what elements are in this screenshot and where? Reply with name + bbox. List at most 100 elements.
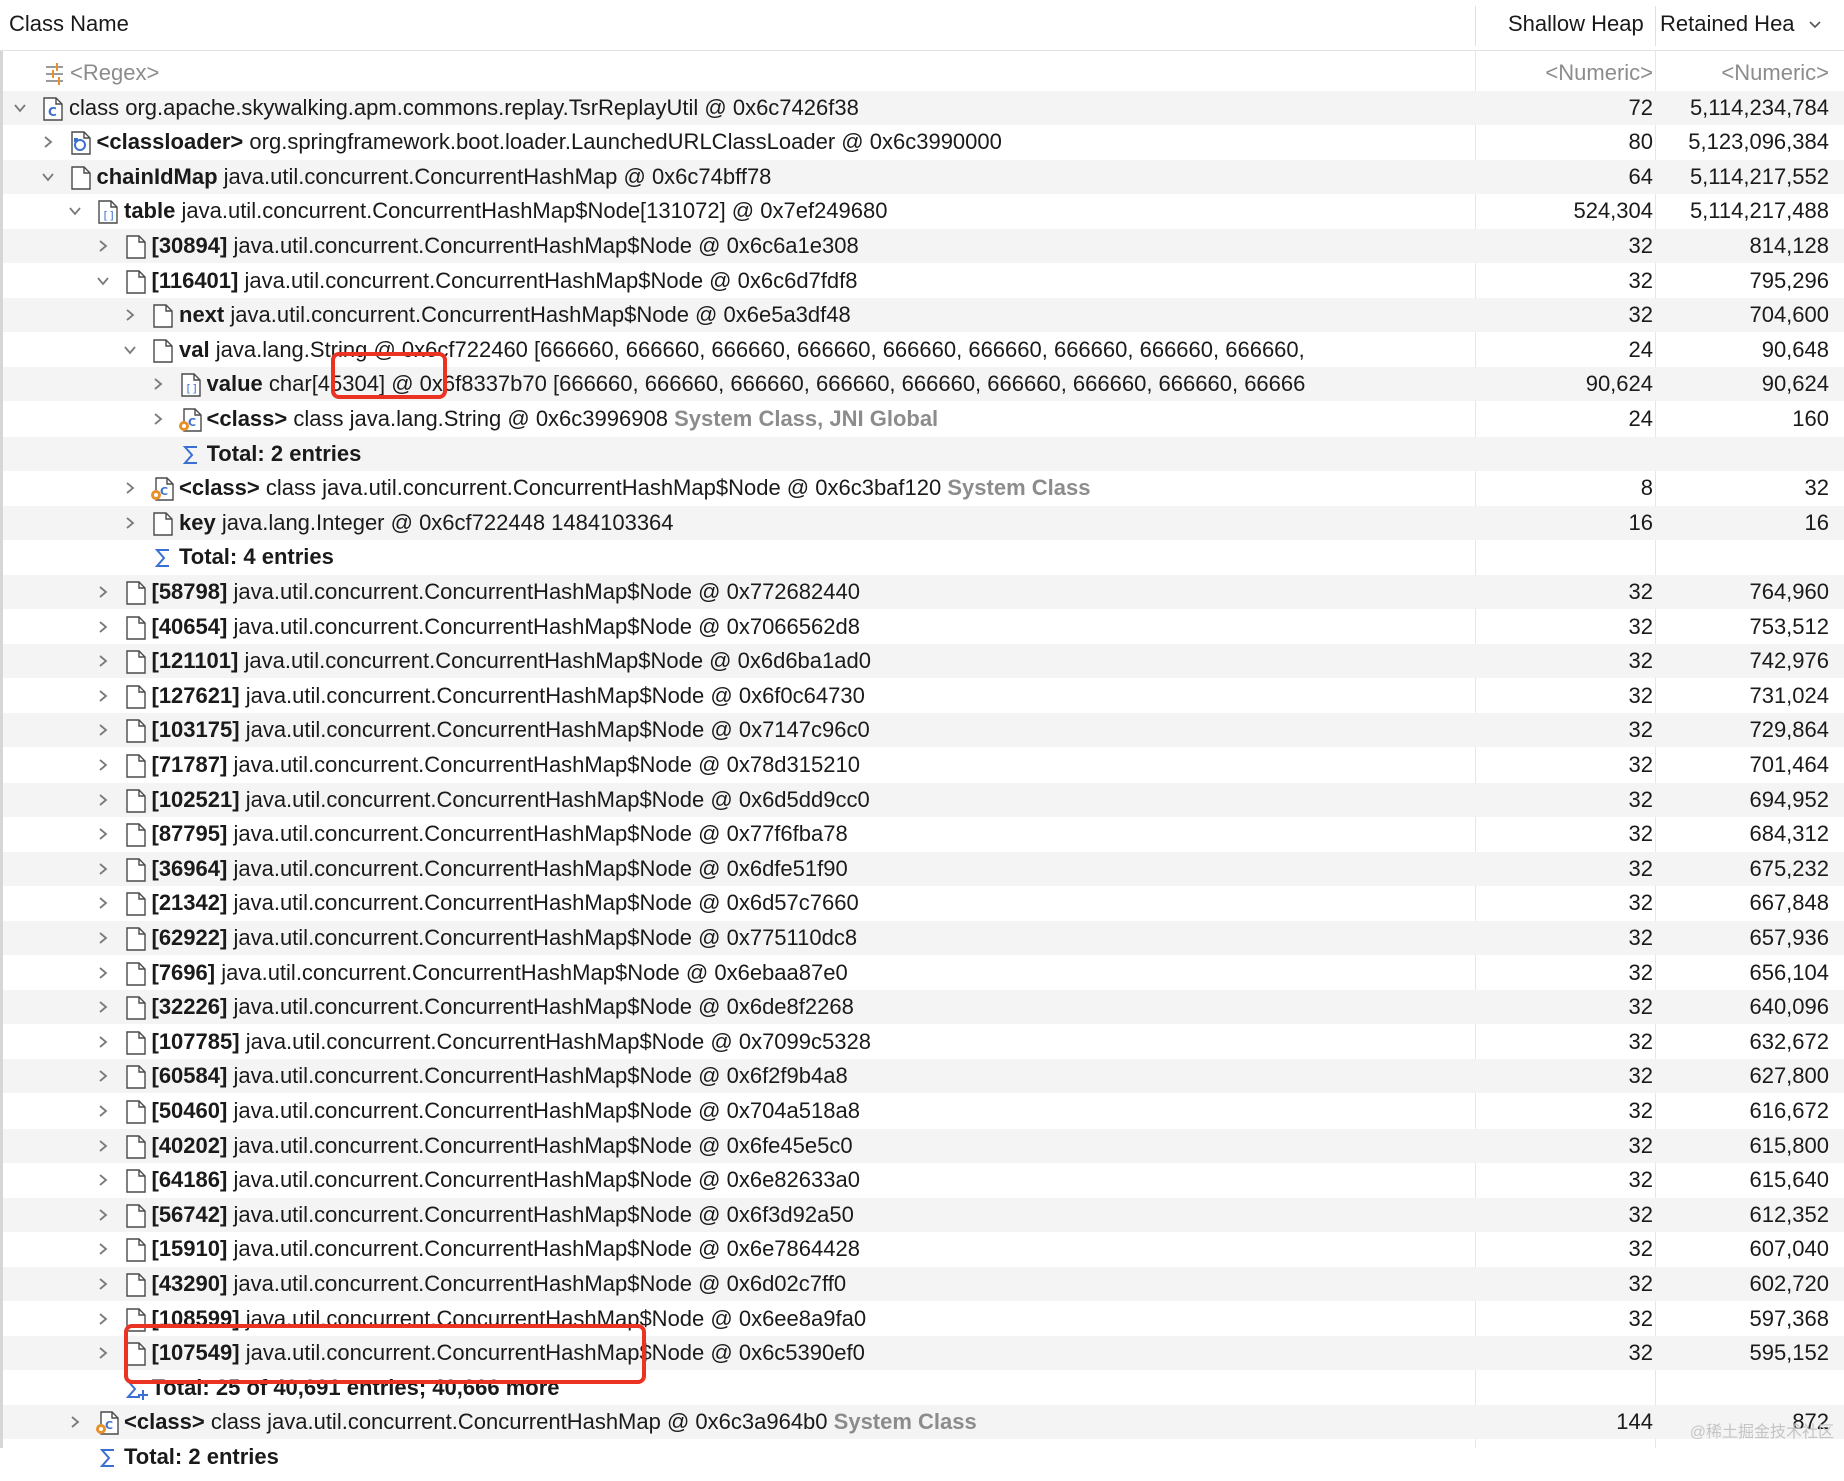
object-icon — [123, 718, 149, 744]
tree-row[interactable]: [102521] java.util.concurrent.Concurrent… — [3, 783, 1844, 817]
tree-row[interactable]: [103175] java.util.concurrent.Concurrent… — [3, 713, 1844, 747]
expand-chevron-icon[interactable] — [93, 644, 113, 678]
column-divider[interactable] — [1655, 6, 1656, 46]
expand-chevron-icon[interactable] — [93, 783, 113, 817]
tree-row[interactable]: [21342] java.util.concurrent.ConcurrentH… — [3, 886, 1844, 920]
expand-chevron-icon[interactable] — [93, 610, 113, 644]
tree-row[interactable]: [121101] java.util.concurrent.Concurrent… — [3, 644, 1844, 678]
tree-row[interactable]: [108599] java.util.concurrent.Concurrent… — [3, 1302, 1844, 1336]
tree-row[interactable]: [50460] java.util.concurrent.ConcurrentH… — [3, 1094, 1844, 1128]
expand-chevron-icon[interactable] — [93, 679, 113, 713]
regex-filter-row[interactable]: <Regex> <Numeric> <Numeric> — [3, 56, 1844, 90]
expand-chevron-icon[interactable] — [120, 471, 140, 505]
expand-chevron-icon[interactable] — [93, 921, 113, 955]
tree-row[interactable]: C <class> class java.util.concurrent.Conc… — [3, 1405, 1844, 1439]
regex-filter-input[interactable]: <Regex> — [70, 56, 159, 90]
class-name-cell: [103175] java.util.concurrent.Concurrent… — [152, 713, 1468, 747]
sort-chevron-down-icon[interactable] — [1807, 13, 1823, 39]
collapse-chevron-icon[interactable] — [38, 160, 58, 194]
object-icon — [123, 649, 149, 675]
expand-chevron-icon[interactable] — [148, 402, 168, 436]
tree-row[interactable]: [] value char[45304] @ 0x6f8337b70 [66666… — [3, 367, 1844, 401]
column-header-retained-heap[interactable]: Retained Hea — [1660, 11, 1795, 37]
tree-row[interactable]: Cclass org.apache.skywalking.apm.commons… — [3, 91, 1844, 125]
collapse-chevron-icon[interactable] — [93, 264, 113, 298]
tree-row[interactable]: [56742] java.util.concurrent.ConcurrentH… — [3, 1198, 1844, 1232]
field-name-label: <class> — [179, 475, 260, 500]
tree-row[interactable]: [40654] java.util.concurrent.ConcurrentH… — [3, 610, 1844, 644]
tree-row[interactable]: [15910] java.util.concurrent.ConcurrentH… — [3, 1232, 1844, 1266]
expand-chevron-icon[interactable] — [93, 990, 113, 1024]
expand-chevron-icon[interactable] — [93, 1129, 113, 1163]
retained-heap-value: 5,123,096,384 — [1688, 129, 1829, 154]
tree-row[interactable]: [] table java.util.concurrent.ConcurrentH… — [3, 194, 1844, 228]
expand-chevron-icon[interactable] — [93, 748, 113, 782]
tree-row[interactable]: [30894] java.util.concurrent.ConcurrentH… — [3, 229, 1844, 263]
expand-chevron-icon[interactable] — [93, 1025, 113, 1059]
collapse-chevron-icon[interactable] — [10, 91, 30, 125]
object-description: class java.lang.String @ 0x6c3996908 — [293, 406, 668, 431]
tree-row[interactable]: [43290] java.util.concurrent.ConcurrentH… — [3, 1267, 1844, 1301]
expand-chevron-icon[interactable] — [120, 506, 140, 540]
object-description: java.util.concurrent.ConcurrentHashMap$N… — [233, 821, 848, 846]
object-icon — [123, 580, 149, 606]
field-name-label: [108599] — [151, 1306, 240, 1331]
expand-chevron-icon[interactable] — [93, 713, 113, 747]
tree-row[interactable]: [62922] java.util.concurrent.ConcurrentH… — [3, 921, 1844, 955]
expand-chevron-icon[interactable] — [93, 817, 113, 851]
tree-row[interactable]: key java.lang.Integer @ 0x6cf722448 1484… — [3, 506, 1844, 540]
expand-chevron-icon[interactable] — [93, 852, 113, 886]
expand-chevron-icon[interactable] — [120, 298, 140, 332]
tree-row[interactable]: [60584] java.util.concurrent.ConcurrentH… — [3, 1059, 1844, 1093]
collapse-chevron-icon[interactable] — [120, 333, 140, 367]
expand-chevron-icon[interactable] — [93, 229, 113, 263]
column-divider[interactable] — [1475, 6, 1476, 46]
expand-chevron-icon[interactable] — [65, 1405, 85, 1439]
tree-row[interactable]: [116401] java.util.concurrent.Concurrent… — [3, 264, 1844, 298]
tree-total-row[interactable]: Total: 4 entries — [3, 540, 1844, 574]
tree-row[interactable]: [107785] java.util.concurrent.Concurrent… — [3, 1025, 1844, 1059]
tree-row[interactable]: [64186] java.util.concurrent.ConcurrentH… — [3, 1163, 1844, 1197]
column-header-class-name[interactable]: Class Name — [9, 11, 129, 37]
expand-chevron-icon[interactable] — [93, 1094, 113, 1128]
shallow-heap-value: 24 — [1628, 337, 1653, 362]
expand-chevron-icon[interactable] — [148, 367, 168, 401]
expand-chevron-icon[interactable] — [93, 1302, 113, 1336]
tree-total-row[interactable]: Total: 2 entries — [3, 1440, 1844, 1474]
tree-row[interactable]: val java.lang.String @ 0x6cf722460 [6666… — [3, 333, 1844, 367]
expand-chevron-icon[interactable] — [93, 956, 113, 990]
tree-total-row[interactable]: Total: 25 of 40,691 entries; 40,666 more — [3, 1371, 1844, 1405]
retained-heap-filter-input[interactable]: <Numeric> — [1658, 56, 1829, 90]
tree-row[interactable]: [107549] java.util.concurrent.Concurrent… — [3, 1336, 1844, 1370]
expand-chevron-icon[interactable] — [93, 1198, 113, 1232]
object-icon — [123, 1134, 149, 1160]
tree-row[interactable]: [58798] java.util.concurrent.ConcurrentH… — [3, 575, 1844, 609]
tree-row[interactable]: chainIdMap java.util.concurrent.Concurre… — [3, 160, 1844, 194]
class-name-cell: next java.util.concurrent.ConcurrentHash… — [179, 298, 1467, 332]
tree-row[interactable]: [36964] java.util.concurrent.ConcurrentH… — [3, 852, 1844, 886]
tree-row[interactable]: C <class> class java.lang.String @ 0x6c39… — [3, 402, 1844, 436]
collapse-chevron-icon[interactable] — [65, 194, 85, 228]
tree-row[interactable]: next java.util.concurrent.ConcurrentHash… — [3, 298, 1844, 332]
tree-row[interactable]: [71787] java.util.concurrent.ConcurrentH… — [3, 748, 1844, 782]
tree-row[interactable]: <classloader> org.springframework.boot.l… — [3, 125, 1844, 159]
shallow-heap-filter-input[interactable]: <Numeric> — [1471, 56, 1653, 90]
tree-row[interactable]: [7696] java.util.concurrent.ConcurrentHa… — [3, 956, 1844, 990]
tree-row[interactable]: [32226] java.util.concurrent.ConcurrentH… — [3, 990, 1844, 1024]
expand-chevron-icon[interactable] — [93, 1163, 113, 1197]
sigma-more-icon — [123, 1376, 149, 1402]
tree-total-row[interactable]: Total: 2 entries — [3, 437, 1844, 471]
tree-row[interactable]: [40202] java.util.concurrent.ConcurrentH… — [3, 1129, 1844, 1163]
expand-chevron-icon[interactable] — [93, 1267, 113, 1301]
expand-chevron-icon[interactable] — [93, 1059, 113, 1093]
retained-heap-value: 742,976 — [1749, 648, 1829, 673]
column-header-shallow-heap[interactable]: Shallow Heap — [1508, 11, 1644, 37]
tree-row[interactable]: [87795] java.util.concurrent.ConcurrentH… — [3, 817, 1844, 851]
expand-chevron-icon[interactable] — [93, 1336, 113, 1370]
expand-chevron-icon[interactable] — [93, 1232, 113, 1266]
expand-chevron-icon[interactable] — [93, 886, 113, 920]
expand-chevron-icon[interactable] — [38, 125, 58, 159]
tree-row[interactable]: [127621] java.util.concurrent.Concurrent… — [3, 679, 1844, 713]
tree-row[interactable]: C <class> class java.util.concurrent.Conc… — [3, 471, 1844, 505]
expand-chevron-icon[interactable] — [93, 575, 113, 609]
